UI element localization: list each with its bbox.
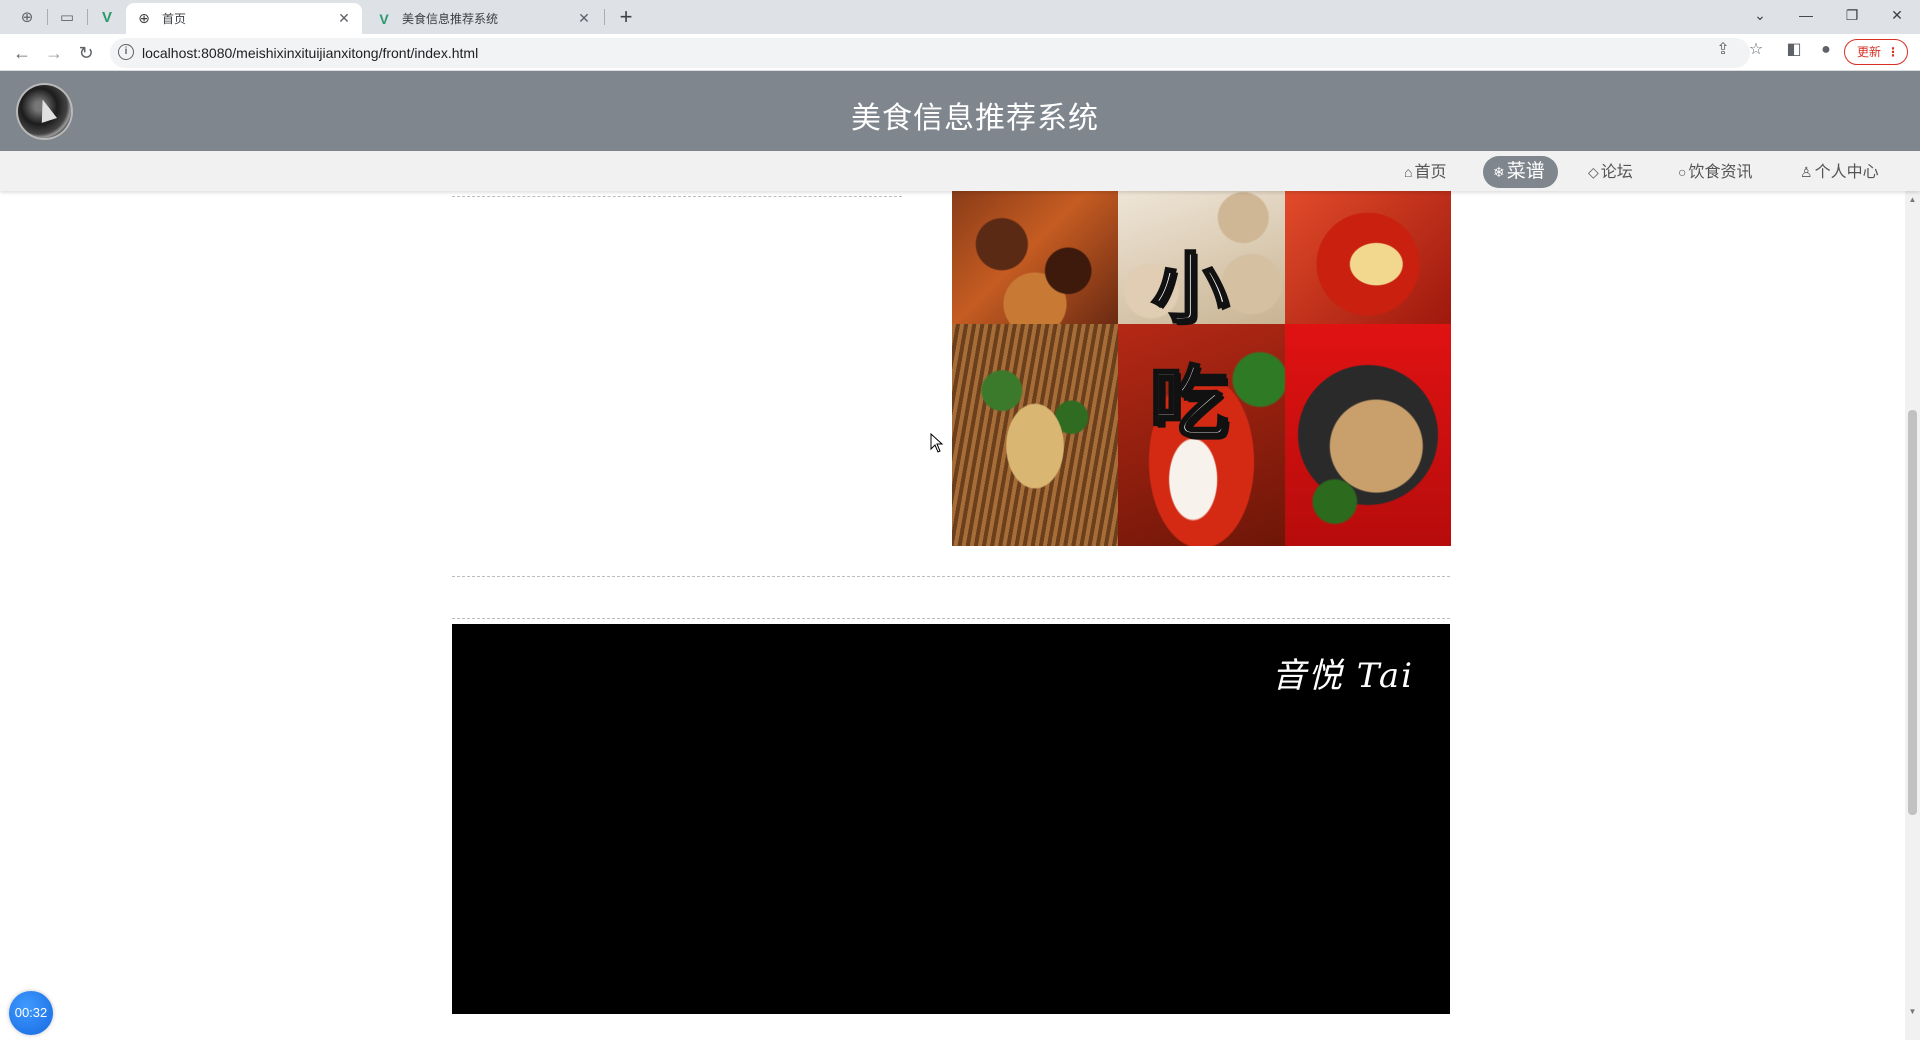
share-icon[interactable]: ⇪ [1712,39,1734,61]
page-content: ▀ 小 吃 音悦 Tai [0,191,1905,1040]
nav-label: 首页 [1414,164,1447,181]
tab-food-system[interactable]: V 美食信息推荐系统 ✕ [366,3,602,34]
scroll-up-icon[interactable]: ▲ [1905,191,1920,208]
mouse-cursor-icon [930,433,944,453]
browser-toolbar: ← → ↻ i localhost:8080/meishixinxituijia… [0,34,1920,71]
tab-title: 首页 [162,12,187,26]
close-tab-icon[interactable]: ✕ [336,10,352,27]
restore-icon[interactable]: ❐ [1829,0,1875,30]
tab-home[interactable]: ⊕ 首页 ✕ [126,3,362,34]
food-photo [1285,191,1451,324]
side-panel-icon[interactable]: ◧ [1783,39,1805,61]
url-text: localhost:8080/meishixinxituijianxitong/… [142,45,479,61]
nav-item-food-news[interactable]: ○ 饮食资讯 [1668,156,1762,188]
food-photo [1285,324,1451,546]
divider [452,196,902,197]
tab-separator [604,9,605,25]
back-arrow-icon[interactable]: ← [8,39,36,67]
scrollbar-thumb[interactable] [1908,410,1917,815]
collage-lettering: 小 [1151,243,1230,335]
nav-item-recipes[interactable]: ❄ 菜谱 [1483,156,1558,188]
tab-search-chevron-icon[interactable]: ⌄ [1737,0,1783,30]
snowflake-icon: ❄ [1493,164,1505,180]
pinned-tab-vue-logo-icon[interactable]: V [93,4,121,30]
close-window-icon[interactable]: ✕ [1874,0,1920,30]
collage-lettering: 吃 [1148,358,1229,451]
site-header: 美食信息推荐系统 [0,71,1920,151]
forward-arrow-icon[interactable]: → [40,39,68,67]
nav-label: 个人中心 [1814,164,1879,181]
address-bar[interactable]: i localhost:8080/meishixinxituijianxiton… [110,38,1750,68]
page-scrollbar[interactable]: ▲ ▼ [1905,191,1920,1040]
food-photo [952,191,1118,324]
recipe-cover-image[interactable]: ▀ 小 吃 [952,191,1451,546]
nav-item-home[interactable]: ⌂ 首页 [1394,156,1456,188]
vue-logo-icon: V [379,10,389,27]
home-icon: ⌂ [1404,164,1413,180]
video-watermark: 音悦 Tai [1272,656,1414,696]
bookmark-star-icon[interactable]: ☆ [1745,39,1767,61]
divider [452,618,1450,619]
recording-timer: 00:32 [9,991,53,1035]
site-info-icon[interactable]: i [118,44,134,60]
nav-item-forum[interactable]: ◇ 论坛 [1578,156,1643,188]
reload-icon[interactable]: ↻ [72,39,100,67]
tab-title: 美食信息推荐系统 [402,12,499,26]
nav-label: 论坛 [1600,164,1633,181]
video-player[interactable]: 音悦 Tai [452,624,1450,1014]
divider [452,576,1450,577]
minimize-icon[interactable]: — [1783,0,1829,30]
page-title: 美食信息推荐系统 [851,102,1099,135]
tag-icon: ◇ [1588,164,1599,180]
nav-label: 饮食资讯 [1688,164,1753,181]
new-tab-button[interactable]: + [614,4,638,30]
user-icon: ♙ [1800,164,1813,180]
update-label: 更新 [1857,45,1882,59]
scroll-down-icon[interactable]: ▼ [1905,1003,1920,1020]
food-photo [952,324,1118,546]
site-nav-bar: ⌂ 首页 ❄ 菜谱 ◇ 论坛 ○ 饮食资讯 ♙ 个人中心 [0,151,1920,191]
update-button[interactable]: 更新 ⋮ [1844,39,1908,65]
circle-icon: ○ [1678,164,1687,180]
profile-avatar-icon[interactable]: ● [1815,39,1837,61]
menu-dots-icon: ⋮ [1887,45,1899,59]
tab-separator [47,9,48,25]
pinned-tab-blank-icon[interactable]: ▭ [53,4,81,30]
browser-tab-strip: ⊕ ▭ V ⊕ 首页 ✕ V 美食信息推荐系统 ✕ + ⌄ — ❐ ✕ [0,0,1920,34]
pinned-tab-globe-icon[interactable]: ⊕ [13,4,41,30]
globe-icon: ⊕ [138,10,150,26]
collage-lettering: ▀ [1150,191,1199,215]
tab-separator [87,9,88,25]
close-tab-icon[interactable]: ✕ [576,10,592,27]
nav-label: 菜谱 [1506,161,1545,182]
nav-item-user-center[interactable]: ♙ 个人中心 [1790,156,1889,188]
